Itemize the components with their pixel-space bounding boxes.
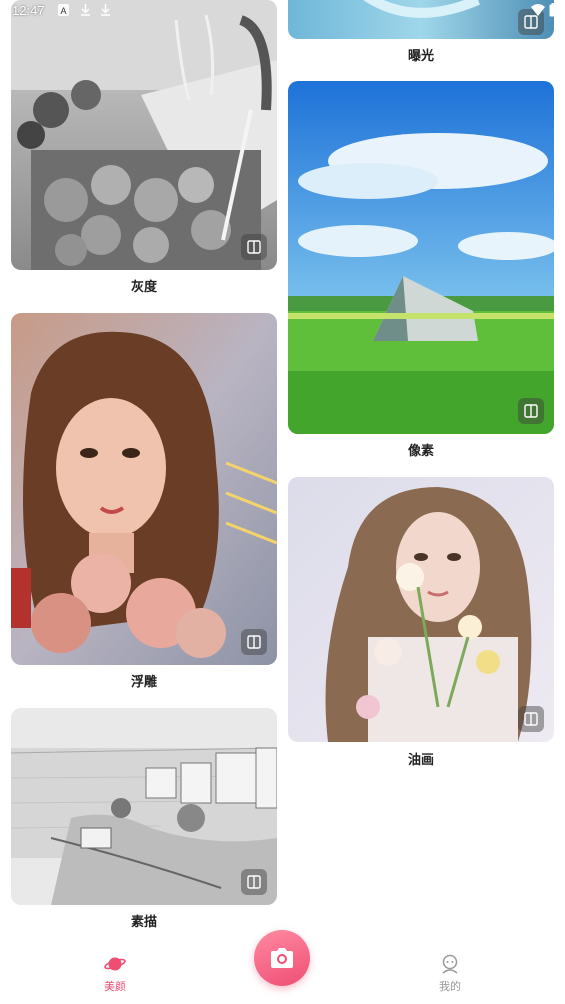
effect-card-pixel[interactable]: [288, 81, 554, 434]
camera-button[interactable]: [254, 930, 310, 986]
effect-card-grayscale[interactable]: [11, 0, 277, 270]
compare-icon: [247, 875, 261, 889]
tab-mine-label: 我的: [439, 980, 461, 993]
effect-label-pixel: 像素: [407, 444, 434, 459]
compare-icon: [524, 404, 538, 418]
battery-icon: [549, 3, 557, 17]
effect-card-sketch[interactable]: [11, 708, 277, 905]
effect-card-emboss[interactable]: [11, 313, 277, 665]
sketch-coast-image: [11, 708, 277, 905]
tab-beauty[interactable]: 美颜: [85, 954, 145, 994]
wifi-icon: [531, 4, 545, 16]
compare-button[interactable]: [518, 706, 544, 732]
camera-icon: [271, 948, 293, 968]
effect-card-oil-painting[interactable]: [288, 477, 554, 742]
compare-icon: [524, 712, 538, 726]
effect-label-sketch: 素描: [130, 915, 157, 930]
pixel-tent-image: [288, 81, 554, 434]
grayscale-rose-image: [11, 0, 277, 270]
status-bar: 12:47 A: [0, 0, 565, 22]
download-icon: [101, 4, 110, 16]
status-time: 12:47: [12, 3, 45, 18]
tab-beauty-label: 美颜: [104, 980, 126, 993]
emboss-portrait-image: [11, 313, 277, 665]
user-icon: [442, 954, 458, 974]
compare-icon: [247, 240, 261, 254]
compare-button[interactable]: [241, 234, 267, 260]
effect-label-grayscale: 灰度: [130, 280, 157, 295]
svg-text:A: A: [60, 6, 66, 16]
tab-mine[interactable]: 我的: [420, 954, 480, 994]
compare-button[interactable]: [241, 869, 267, 895]
effect-label-oil-painting: 油画: [407, 753, 434, 768]
effect-label-emboss: 浮雕: [130, 675, 157, 690]
compare-button[interactable]: [241, 629, 267, 655]
compare-button[interactable]: [518, 398, 544, 424]
a-badge-icon: A: [58, 4, 69, 16]
planet-icon: [104, 957, 126, 971]
oil-painting-portrait-image: [288, 477, 554, 742]
download-icon: [81, 4, 90, 16]
compare-icon: [247, 635, 261, 649]
effect-label-exposure: 曝光: [407, 49, 434, 64]
status-right-icons: [531, 3, 557, 17]
